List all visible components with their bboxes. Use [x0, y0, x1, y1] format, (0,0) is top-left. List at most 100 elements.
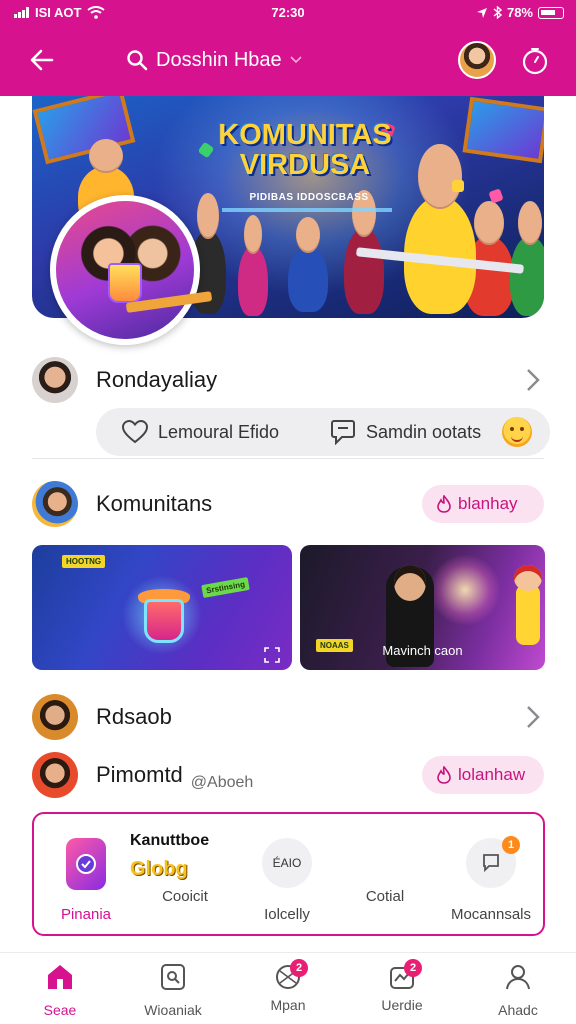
follow-button[interactable]: lolanhaw — [422, 756, 544, 794]
list-item-profile[interactable]: Rondayaliay — [32, 356, 544, 404]
hero-person — [510, 200, 544, 316]
hero-confetti — [452, 180, 464, 192]
card-caption: Mavinch caon — [382, 643, 463, 658]
nav-icon-wrap: 2 — [272, 959, 308, 993]
hero-screen-right — [462, 96, 544, 164]
smile-emoji-icon[interactable] — [502, 417, 532, 447]
community-card-2[interactable]: NOAAS Mavinch caon — [300, 545, 545, 670]
home-icon — [48, 965, 72, 989]
hero-person — [344, 190, 384, 314]
section-title: Komunitans — [96, 491, 213, 516]
nav-tab-map[interactable]: 2 Mpan — [238, 959, 338, 1013]
location-icon — [476, 7, 487, 18]
hero-subtitle: PIDIBAS IDDOSCBASS — [249, 192, 369, 203]
notification-badge: 2 — [290, 959, 308, 977]
timer-icon[interactable] — [520, 46, 550, 76]
action-bar: Lemoural Efido Samdin ootats — [96, 408, 550, 456]
feature-label: Cooicit — [162, 888, 208, 905]
hero-person — [238, 215, 268, 316]
drink-cup-icon — [144, 599, 184, 643]
search-field[interactable]: Dosshin Hbae — [126, 44, 302, 76]
comment-icon — [331, 420, 355, 445]
like-action[interactable]: Lemoural Efido — [122, 420, 279, 444]
nav-icon-wrap: 2 — [386, 959, 422, 993]
battery-icon — [538, 6, 564, 19]
bluetooth-icon — [493, 6, 502, 19]
avatar — [32, 357, 78, 403]
notification-badge: 2 — [404, 959, 422, 977]
document-search-icon — [161, 964, 185, 990]
list-item-user[interactable]: Rdsaob — [32, 694, 544, 740]
featured-circle-photo[interactable] — [50, 195, 213, 345]
status-bar: ISI AOT 72:30 78% — [0, 0, 576, 26]
hero-title: KOMUNITAS VIRDUSA — [218, 119, 392, 181]
comment-action-label: Samdin ootats — [366, 421, 482, 442]
profile-avatar[interactable] — [458, 41, 496, 79]
hero-confetti — [488, 188, 504, 204]
user-handle: @Aboeh — [190, 774, 254, 791]
feature-item[interactable]: Cotial — [330, 888, 440, 905]
app-icon — [66, 838, 106, 890]
bottom-nav: Seae Wioaniak 2 Mpan 2 Uerdie Ahadc — [0, 952, 576, 1024]
user-icon — [506, 965, 530, 990]
drink-cup-icon — [108, 263, 142, 303]
feature-label: Mocannsals — [450, 906, 532, 923]
nav-tab-label: Seae — [43, 1002, 77, 1018]
avatar — [32, 752, 78, 798]
avatar — [32, 694, 78, 740]
search-text: Dosshin Hbae — [156, 48, 282, 71]
feature-item[interactable]: 1 Mocannsals — [436, 836, 546, 923]
badge-icon — [76, 854, 96, 874]
message-icon — [483, 854, 499, 873]
nav-tab-label: Mpan — [270, 997, 306, 1013]
expand-icon[interactable] — [264, 647, 280, 663]
nav-tab-home[interactable]: Seae — [10, 961, 110, 1018]
search-icon — [127, 50, 148, 71]
list-item-user[interactable]: Pimomtd @Aboeh lolanhaw — [32, 752, 544, 798]
hero-stripe — [222, 208, 392, 212]
flame-icon — [437, 495, 451, 513]
nav-tab-label: Uerdie — [381, 997, 423, 1013]
card-tag: HOOTNG — [62, 555, 106, 568]
nav-tab-profile[interactable]: Ahadc — [468, 961, 568, 1018]
follow-button[interactable]: blanhay — [422, 485, 544, 523]
feature-item[interactable]: ÉAIO Iolcelly — [232, 838, 342, 923]
list-item-title: Pimomtd — [96, 762, 183, 787]
nav-tab-activity[interactable]: 2 Uerdie — [352, 959, 452, 1013]
chevron-down-icon — [290, 56, 302, 64]
nav-tab-label: Ahadc — [498, 1002, 538, 1018]
battery-percent: 78% — [506, 5, 533, 20]
back-arrow-icon[interactable] — [26, 44, 58, 76]
card-tag: Srstinsing — [201, 577, 250, 598]
flame-icon — [437, 766, 451, 784]
feature-label: Cotial — [365, 888, 405, 905]
follow-button-label: blanhay — [458, 494, 518, 513]
card-mascot — [514, 565, 542, 645]
chevron-right-icon[interactable] — [526, 705, 540, 729]
feature-icon: ÉAIO — [262, 838, 312, 888]
features-heading: Kanuttboe — [130, 832, 210, 849]
avatar — [32, 481, 78, 527]
card-spotlight — [430, 555, 500, 625]
features-panel: Kanuttboe Globg Pinania Cooicit ÉAIO Iol… — [32, 812, 545, 936]
nav-tab-search[interactable]: Wioaniak — [123, 961, 223, 1018]
heart-icon — [122, 420, 148, 444]
comment-action[interactable]: Samdin ootats — [330, 419, 481, 445]
status-right: 78% — [476, 5, 564, 20]
chat-icon: 1 — [466, 836, 520, 888]
follow-button-label: lolanhaw — [458, 765, 526, 784]
like-action-label: Lemoural Efido — [158, 421, 280, 442]
community-card-1[interactable]: HOOTNG Srstinsing — [32, 545, 292, 670]
divider — [32, 458, 544, 459]
feature-label: Iolcelly — [264, 906, 310, 923]
chevron-right-icon[interactable] — [526, 368, 540, 392]
feature-label: Pinania — [60, 906, 112, 923]
feature-item[interactable]: Pinania — [31, 838, 141, 923]
list-item-title: Rondayaliay — [96, 367, 218, 392]
notification-badge: 1 — [502, 836, 520, 854]
list-item-title: Rdsaob — [96, 704, 172, 729]
nav-tab-label: Wioaniak — [144, 1002, 202, 1018]
hero-person — [288, 216, 328, 312]
app-header: ISI AOT 72:30 78% Dosshin Hbae — [0, 0, 576, 96]
feature-item[interactable]: Cooicit — [130, 888, 240, 905]
